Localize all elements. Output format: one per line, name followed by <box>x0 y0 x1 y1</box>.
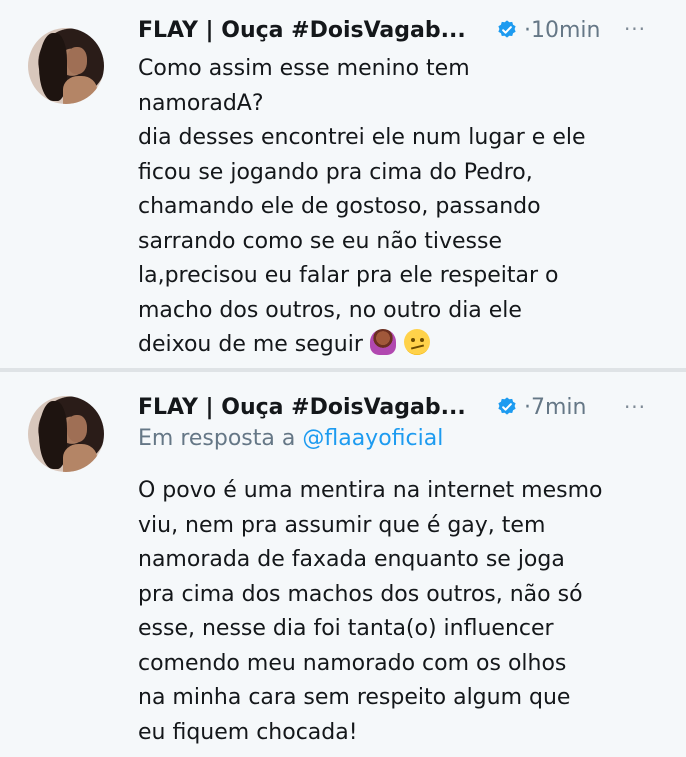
avatar-body <box>63 76 97 104</box>
avatar-face <box>67 47 87 74</box>
avatar[interactable] <box>28 28 104 104</box>
reply-context: Em resposta a @flaayoficial <box>138 426 443 451</box>
author-name[interactable]: FLAY | Ouça #DoisVagab... <box>138 395 484 420</box>
more-options-icon[interactable]: ··· <box>620 395 650 419</box>
tweet-feed: FLAY | Ouça #DoisVagab... ·10min ··· Com… <box>0 0 686 757</box>
avatar-body <box>63 444 97 472</box>
reply-prefix: Em resposta a <box>138 426 296 451</box>
more-options-icon[interactable]: ··· <box>620 17 650 41</box>
tweet-text: Como assim esse menino tem namoradA? dia… <box>138 52 668 363</box>
tweet-text: O povo é uma mentira na internet mesmo v… <box>138 474 668 750</box>
verified-badge-icon <box>498 20 516 38</box>
reply-handle-link[interactable]: @flaayoficial <box>302 426 443 451</box>
woman-tipping-hand-emoji <box>369 329 396 355</box>
tweet-header: FLAY | Ouça #DoisVagab... ·7min <box>138 390 586 424</box>
verified-badge-icon <box>498 397 516 415</box>
tweet-header: FLAY | Ouça #DoisVagab... ·10min <box>138 13 600 47</box>
tweet-text-content: O povo é uma mentira na internet mesmo v… <box>138 478 603 745</box>
tweet[interactable]: FLAY | Ouça #DoisVagab... ·10min ··· Com… <box>0 0 686 368</box>
tweet-text-content: Como assim esse menino tem namoradA? dia… <box>138 56 586 357</box>
author-name[interactable]: FLAY | Ouça #DoisVagab... <box>138 18 484 43</box>
avatar[interactable] <box>28 396 104 472</box>
face-with-raised-eyebrow-emoji <box>403 329 430 355</box>
tweet-time[interactable]: ·10min <box>524 18 600 43</box>
tweet-time[interactable]: ·7min <box>524 395 586 420</box>
avatar-face <box>67 415 87 442</box>
